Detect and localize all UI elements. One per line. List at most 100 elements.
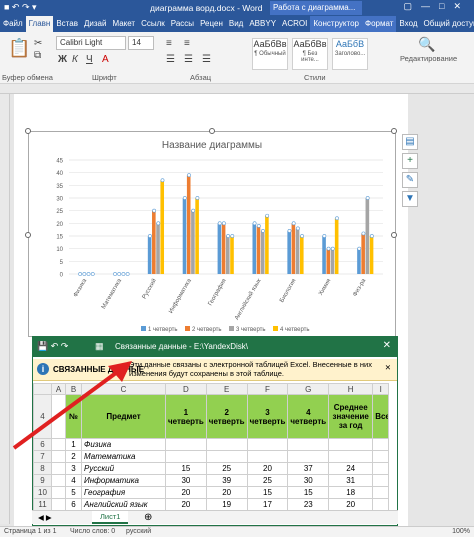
tab-design[interactable]: Дизай	[81, 16, 109, 32]
tab-home[interactable]: Главн	[25, 16, 54, 32]
cell[interactable]	[372, 486, 390, 499]
cell[interactable]	[372, 462, 390, 475]
align-right-icon[interactable]: ☰	[202, 54, 211, 65]
sheet-tab[interactable]: Лист1	[92, 511, 129, 524]
cell-subject[interactable]: Математика	[81, 450, 166, 463]
cell[interactable]	[51, 486, 66, 499]
cell-q3[interactable]: 15	[246, 486, 289, 499]
resize-handle[interactable]	[391, 128, 397, 134]
align-left-icon[interactable]: ☰	[166, 54, 175, 65]
row-header[interactable]: 7	[33, 450, 52, 463]
underline-button[interactable]: Ч	[86, 54, 93, 65]
layout-options-button[interactable]: ▤	[402, 134, 418, 150]
row-header[interactable]: 11	[33, 498, 52, 511]
cell-average[interactable]: 31	[328, 474, 374, 487]
sign-in-link[interactable]: Вход	[396, 16, 420, 32]
cell-average[interactable]	[328, 438, 374, 451]
align-center-icon[interactable]: ☰	[184, 54, 193, 65]
cell-number[interactable]: 1	[65, 438, 82, 451]
bold-button[interactable]: Ж	[58, 54, 67, 65]
numbering-icon[interactable]: ≡	[184, 38, 190, 49]
cell[interactable]	[51, 474, 66, 487]
cell-q2[interactable]	[205, 438, 248, 451]
header-cell-q4[interactable]: 4 четверть	[287, 394, 330, 439]
resize-handle[interactable]	[25, 232, 31, 238]
chart-object[interactable]: Название диаграммы 0 5 10 15 20 25 30 35 40 45 Физи…	[25, 128, 397, 337]
font-color-button[interactable]: A	[102, 54, 109, 65]
cell-q3[interactable]: 17	[246, 498, 289, 511]
find-icon[interactable]: 🔍	[418, 36, 435, 53]
horizontal-ruler[interactable]	[0, 84, 474, 94]
cell-number[interactable]: 2	[65, 450, 82, 463]
column-header[interactable]: B	[65, 383, 82, 395]
cell-q2[interactable]: 25	[205, 462, 248, 475]
cell-subject[interactable]: Информатика	[81, 474, 166, 487]
italic-button[interactable]: К	[72, 54, 78, 65]
cell-q2[interactable]	[205, 450, 248, 463]
cell-q3[interactable]	[246, 450, 289, 463]
column-header[interactable]: H	[328, 383, 374, 395]
cell-q1[interactable]: 20	[165, 486, 207, 499]
column-header[interactable]: G	[287, 383, 330, 395]
cell-q3[interactable]: 25	[246, 474, 289, 487]
cell-average[interactable]	[328, 450, 374, 463]
cell-number[interactable]: 3	[65, 462, 82, 475]
chart-filters-button[interactable]: ▼	[402, 191, 418, 207]
cell[interactable]	[51, 450, 66, 463]
cell-subject[interactable]: Русский	[81, 462, 166, 475]
header-cell-subject[interactable]: Предмет	[81, 394, 166, 439]
quick-access-toolbar[interactable]: ■ ↶ ↷ ▾	[4, 2, 37, 13]
cell-number[interactable]: 5	[65, 486, 82, 499]
editing-button[interactable]: Редактирование	[400, 54, 457, 63]
header-cell-number[interactable]: №	[65, 394, 82, 439]
window-controls[interactable]: ▢—□✕	[404, 1, 470, 12]
cell-average[interactable]: 20	[328, 498, 374, 511]
cell-q1[interactable]: 15	[165, 462, 207, 475]
cell[interactable]	[372, 474, 390, 487]
tab-mailings[interactable]: Рассы	[168, 16, 197, 32]
column-header[interactable]: D	[165, 383, 207, 395]
cell-q4[interactable]: 37	[287, 462, 330, 475]
column-header[interactable]: F	[246, 383, 289, 395]
cell-subject[interactable]: Английский язык	[81, 498, 166, 511]
row-header[interactable]: 9	[33, 474, 52, 487]
cell-q1[interactable]	[165, 438, 207, 451]
cell-q2[interactable]: 19	[205, 498, 248, 511]
cell-q2[interactable]: 20	[205, 486, 248, 499]
header-cell-q2[interactable]: 2 четверть	[205, 394, 248, 439]
row-header[interactable]: 10	[33, 486, 52, 499]
font-size-select[interactable]: 14	[128, 36, 154, 50]
chart-elements-button[interactable]: +	[402, 153, 418, 169]
tab-chart-design[interactable]: Конструктор	[310, 16, 362, 32]
corner-cell[interactable]	[33, 383, 52, 395]
chart-styles-button[interactable]: ✎	[402, 172, 418, 188]
cell-q3[interactable]: 20	[246, 462, 289, 475]
tab-abbyy[interactable]: ABBYY	[246, 16, 279, 32]
style-no-spacing[interactable]: АаБбВв ¶ Без инте...	[292, 38, 328, 70]
resize-handle[interactable]	[209, 128, 215, 134]
cell-q4[interactable]	[287, 438, 330, 451]
header-cell-q3[interactable]: 3 четверть	[246, 394, 289, 439]
cell[interactable]	[372, 450, 390, 463]
column-header[interactable]: E	[205, 383, 248, 395]
page-count[interactable]: Страница 1 из 1	[4, 528, 56, 535]
cell-q2[interactable]: 39	[205, 474, 248, 487]
style-heading[interactable]: АаБбВ Заголово...	[332, 38, 368, 70]
row-header[interactable]: 4	[33, 394, 52, 439]
spreadsheet-grid[interactable]: A B C D E F G H I 4 № Предмет 1 четверть…	[33, 383, 397, 511]
tab-acrobat[interactable]: ACROI	[279, 16, 310, 32]
cell-q4[interactable]: 23	[287, 498, 330, 511]
tab-file[interactable]: Файл	[0, 16, 26, 32]
cell-q4[interactable]	[287, 450, 330, 463]
excel-close-icon[interactable]: ✕	[383, 340, 391, 351]
tab-layout[interactable]: Макет	[109, 16, 138, 32]
word-count[interactable]: Число слов: 0	[70, 528, 115, 535]
row-header[interactable]: 6	[33, 438, 52, 451]
style-normal[interactable]: АаБбВв ¶ Обычный	[252, 38, 288, 70]
font-name-select[interactable]: Calibri Light	[56, 36, 126, 50]
sheet-nav-icon[interactable]: ◀ ▶	[38, 513, 52, 522]
header-cell-q1[interactable]: 1 четверть	[165, 394, 207, 439]
tab-references[interactable]: Ссылк	[138, 16, 168, 32]
cut-icon[interactable]: ✂	[34, 38, 42, 49]
cell-q3[interactable]	[246, 438, 289, 451]
